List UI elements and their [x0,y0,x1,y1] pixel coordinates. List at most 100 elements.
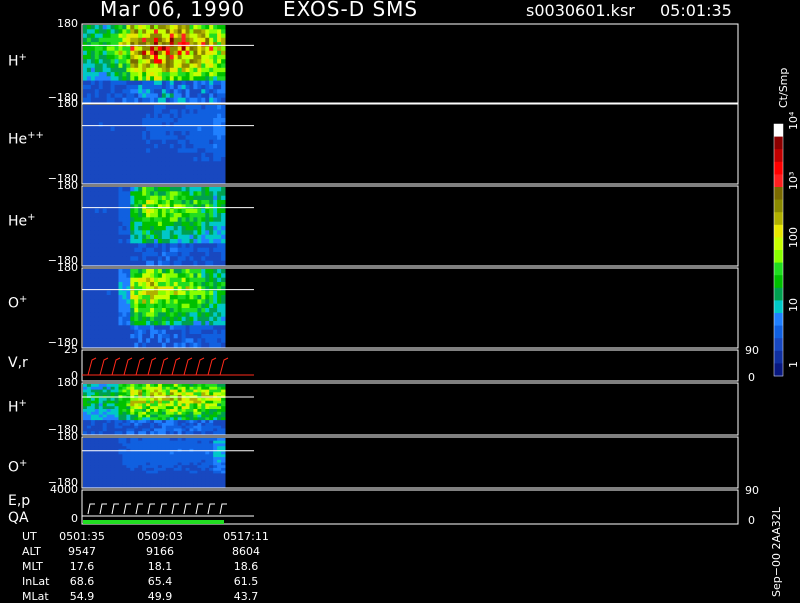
heatmap-cell [221,303,226,309]
heatmap-cell [126,148,131,154]
heatmap-cell [94,217,100,223]
heatmap-cell [142,295,147,300]
heatmap-cell [94,76,100,82]
heatmap-cell [130,25,135,30]
heatmap-cell [217,338,222,344]
heatmap-cell [209,72,214,77]
heatmap-cell [142,72,147,77]
panel-label-text: O [8,459,20,476]
heatmap-cell [201,191,206,197]
heatmap-cell [106,170,112,175]
footer-value: 61.5 [233,575,259,588]
heatmap-cell [134,431,139,435]
heatmap-cell [209,443,214,447]
heatmap-cell [110,97,115,103]
heatmap-cell [189,174,194,180]
heatmap-cell [193,338,198,344]
heatmap-cell [98,37,104,43]
heatmap-cell [197,187,202,192]
heatmap-cell [130,187,135,192]
heatmap-cell [102,454,108,458]
heatmap-cell [126,243,131,249]
heatmap-cell [169,312,175,318]
heatmap-cell [217,243,222,249]
heatmap-cell [209,93,214,99]
heatmap-cell [205,33,210,39]
heatmap-cell [114,256,119,262]
heatmap-cell [205,290,210,296]
heatmap-cell [189,213,194,218]
heatmap-cell [181,213,186,218]
heatmap-cell [134,312,139,318]
heatmap-cell [217,230,222,236]
heatmap-cell [193,312,198,318]
heatmap-cell [142,131,147,136]
heatmap-cell [181,170,186,175]
heatmap-cell [118,243,123,249]
heatmap-cell [221,329,226,335]
heatmap-cell [102,321,108,326]
heatmap-cell [122,208,127,214]
heatmap-cell [126,25,131,30]
heatmap-cell [118,217,123,223]
heatmap-cell [217,269,222,274]
heatmap-cell [193,25,198,30]
footer-value: 0501:35 [59,530,105,543]
heatmap-cell [189,247,194,253]
heatmap-cell [209,217,214,223]
heatmap-cell [130,80,135,86]
heatmap-cell [138,191,143,197]
heatmap-cell [130,118,135,123]
heatmap-cell [221,230,226,236]
heatmap-cell [138,29,143,35]
heatmap-cell [161,122,167,128]
heatmap-cell [138,118,143,123]
heatmap-cell [221,122,226,128]
heatmap-cell [110,316,115,322]
heatmap-cell [173,252,179,257]
heatmap-cell [169,54,175,60]
heatmap-cell [150,139,155,145]
heatmap-cell [181,72,186,77]
heatmap-cell [94,37,100,43]
heatmap-cell [86,329,92,335]
qa-label: QA [8,510,29,526]
heatmap-cell [122,97,127,103]
heatmap-cell [157,50,163,56]
heatmap-cell [118,59,123,64]
heatmap-cell [83,135,88,141]
heatmap-cell [177,484,183,488]
heatmap-cell [126,467,131,472]
heatmap-cell [185,144,190,149]
heatmap-cell [217,135,222,141]
heatmap-cell [197,334,202,339]
heatmap-cell [185,29,190,35]
heatmap-cell [150,478,155,482]
heatmap-cell [189,109,194,115]
panel-label-charge: + [19,458,28,469]
heatmap-cell [150,431,155,435]
heatmap-cell [221,321,226,326]
heatmap-cell [114,299,119,305]
heatmap-cell [90,234,96,240]
heatmap-cell [205,76,210,82]
heatmap-cell [221,37,226,43]
heatmap-cell [193,467,198,472]
heatmap-cell [102,131,108,136]
heatmap-cell [90,157,96,162]
heatmap-cell [201,97,206,103]
heatmap-cell [138,144,143,149]
heatmap-cell [173,178,179,184]
heatmap-cell [181,303,186,309]
heatmap-cell [157,478,163,482]
heatmap-cell [185,312,190,318]
heatmap-cell [102,46,108,52]
heatmap-cell [126,226,131,231]
heatmap-cell [114,126,119,132]
heatmap-cell [130,161,135,167]
heatmap-cell [209,174,214,180]
heatmap-cell [150,118,155,123]
heatmap-cell [98,303,104,309]
heatmap-cell [193,226,198,231]
heatmap-cell [98,63,104,69]
